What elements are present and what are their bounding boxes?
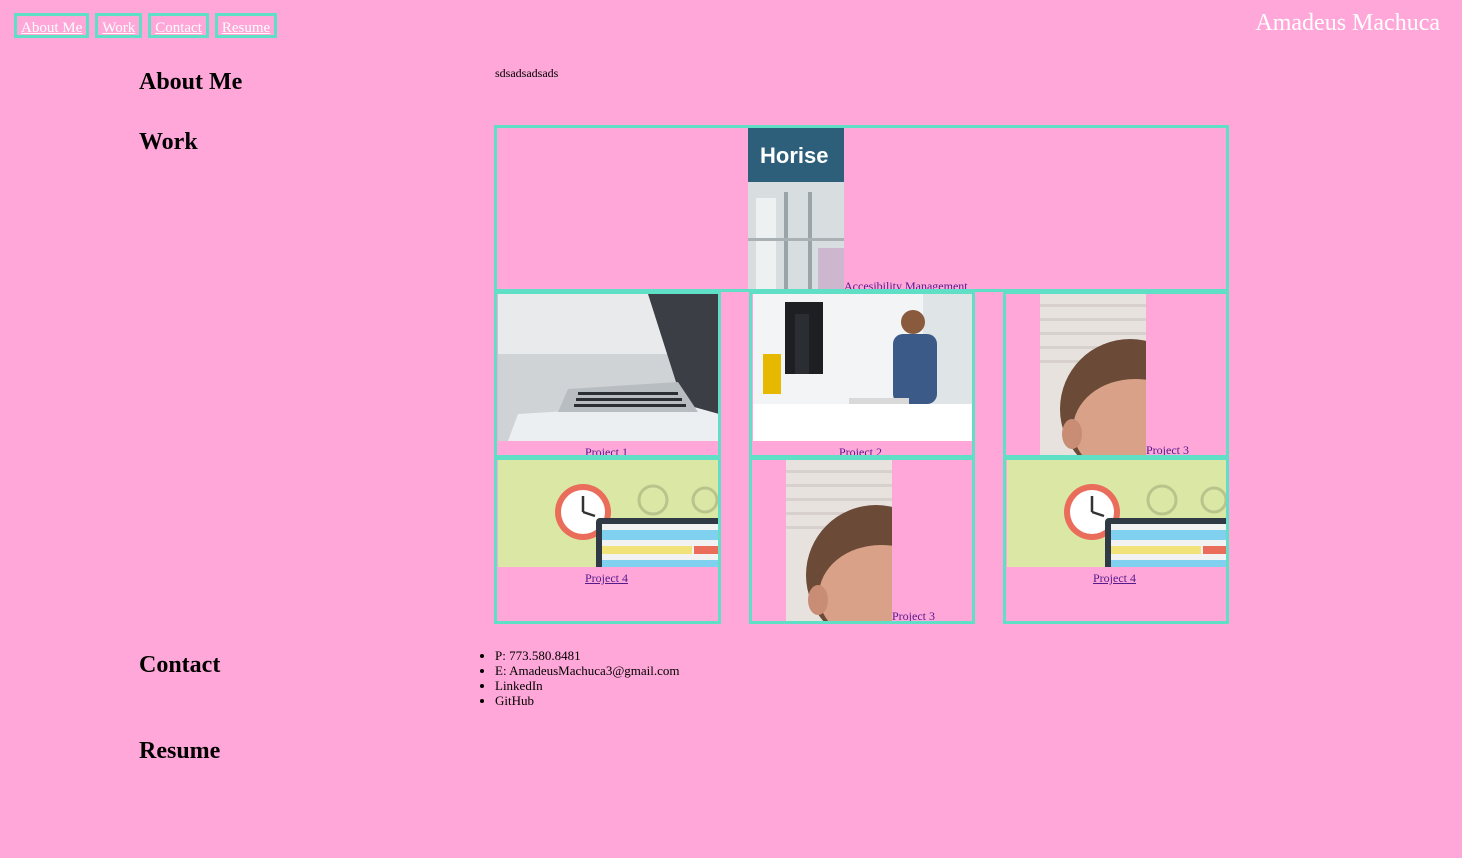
site-brand: Amadeus Machuca bbox=[1255, 10, 1440, 36]
work-heading: Work bbox=[139, 129, 198, 155]
nav-about-me[interactable]: About Me bbox=[14, 13, 90, 38]
project-card: Project 1 bbox=[494, 291, 721, 458]
contact-linkedin: LinkedIn bbox=[495, 678, 680, 693]
contact-heading: Contact bbox=[139, 652, 221, 678]
portrait-image[interactable] bbox=[786, 460, 892, 621]
featured-project-card: Horise Accesibility Management bbox=[494, 125, 1229, 292]
nav-work[interactable]: Work bbox=[95, 13, 143, 38]
featured-project-image[interactable]: Horise bbox=[748, 128, 844, 289]
contact-github: GitHub bbox=[495, 693, 680, 708]
project-card: Project 4 bbox=[494, 457, 721, 624]
portrait-image[interactable] bbox=[1040, 294, 1146, 455]
nav-contact[interactable]: Contact bbox=[148, 13, 209, 38]
office-worker-image[interactable] bbox=[753, 294, 974, 441]
contact-list: P: 773.580.8481 E: AmadeusMachuca3@gmail… bbox=[475, 648, 680, 708]
contact-email: E: AmadeusMachuca3@gmail.com bbox=[495, 663, 680, 678]
dashboard-illustration[interactable] bbox=[498, 460, 719, 567]
featured-image-text: Horise bbox=[760, 143, 828, 168]
about-heading: About Me bbox=[139, 69, 243, 95]
top-nav: About Me Work Contact Resume bbox=[14, 13, 278, 38]
project-card: Project 2 bbox=[749, 291, 975, 458]
dashboard-illustration[interactable] bbox=[1007, 460, 1228, 567]
project-4b-link[interactable]: Project 4 bbox=[1093, 571, 1136, 586]
contact-phone: P: 773.580.8481 bbox=[495, 648, 680, 663]
resume-heading: Resume bbox=[139, 738, 221, 764]
project-3b-link[interactable]: Project 3 bbox=[892, 609, 935, 621]
project-card: Project 3 bbox=[749, 457, 975, 624]
laptop-image[interactable] bbox=[498, 294, 719, 441]
project-4-link[interactable]: Project 4 bbox=[585, 571, 628, 586]
nav-resume[interactable]: Resume bbox=[214, 13, 278, 38]
project-3-link[interactable]: Project 3 bbox=[1146, 443, 1189, 455]
about-text: sdsadsadsads bbox=[495, 66, 559, 80]
project-card: Project 3 bbox=[1003, 291, 1229, 458]
project-card: Project 4 bbox=[1003, 457, 1229, 624]
